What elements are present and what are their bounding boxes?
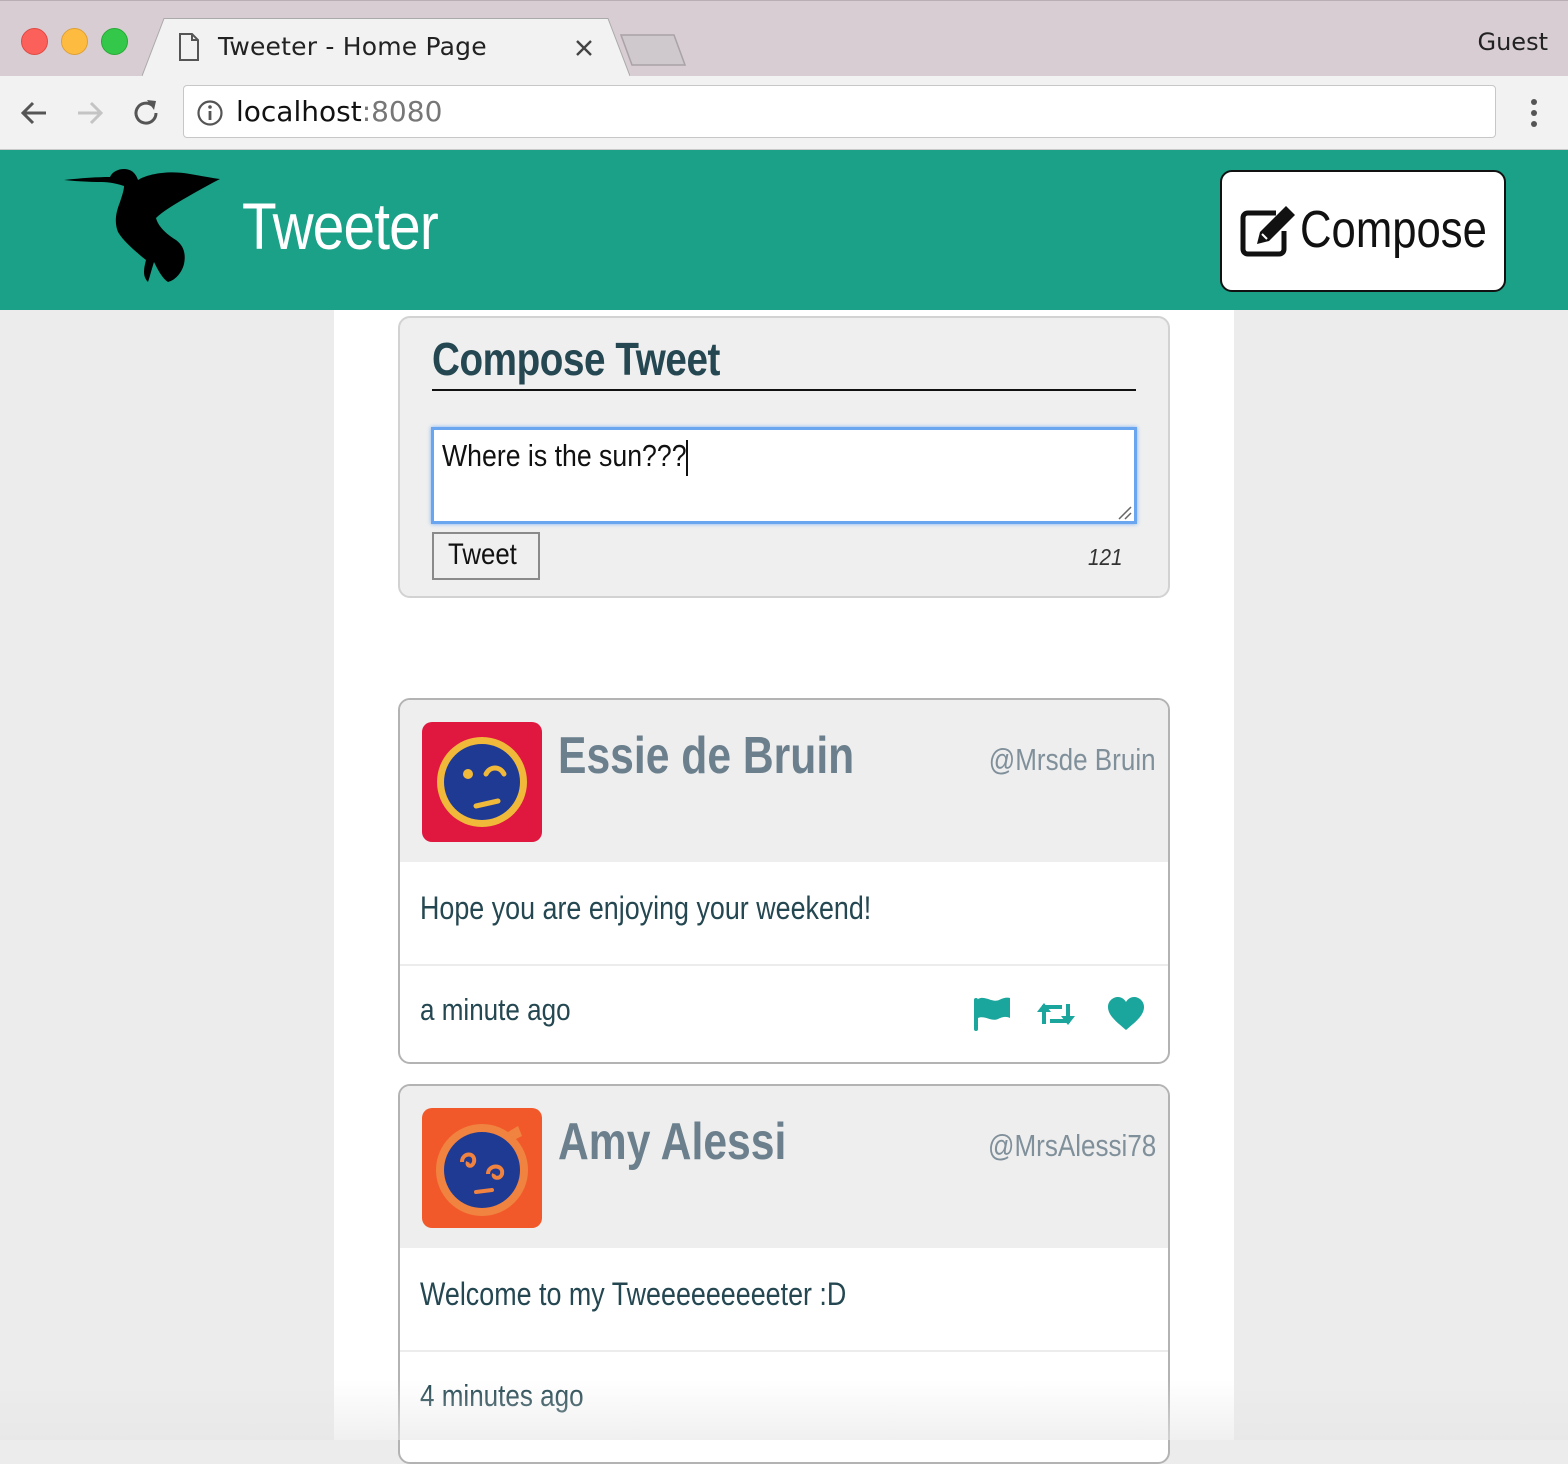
retweet-icon[interactable] xyxy=(1036,994,1076,1034)
forward-arrow-icon[interactable] xyxy=(74,97,106,129)
tab-title: Tweeter - Home Page xyxy=(218,32,487,61)
profile-label[interactable]: Guest xyxy=(1478,28,1549,56)
url-port: :8080 xyxy=(361,95,443,128)
text-caret xyxy=(686,440,688,476)
tweet-card: Amy Alessi @MrsAlessi78 Welcome to my Tw… xyxy=(398,1084,1170,1464)
new-tab-button[interactable] xyxy=(620,34,686,66)
url-text[interactable]: localhost:8080 xyxy=(236,95,442,128)
character-counter: 121 xyxy=(1088,544,1123,570)
tweet-footer-divider xyxy=(400,1350,1168,1352)
avatar xyxy=(422,1108,542,1228)
reload-icon[interactable] xyxy=(130,97,162,129)
browser-menu-icon[interactable] xyxy=(1522,96,1546,130)
winking-face-avatar-icon xyxy=(422,722,542,842)
tweet-text: Welcome to my Tweeeeeeeeeter :D xyxy=(420,1276,847,1312)
document-icon xyxy=(179,33,199,61)
tweet-footer-divider xyxy=(400,964,1168,966)
tweet-timestamp: 4 minutes ago xyxy=(420,1378,584,1413)
heart-icon[interactable] xyxy=(1106,994,1146,1034)
tweet-timestamp: a minute ago xyxy=(420,992,571,1027)
app-title: Tweeter xyxy=(242,189,439,263)
hummingbird-logo-icon xyxy=(64,169,220,282)
heading-divider xyxy=(432,389,1136,391)
url-host: localhost xyxy=(236,95,362,128)
edit-icon xyxy=(1240,206,1295,257)
window-close-button[interactable] xyxy=(21,28,48,55)
tweet-card: Essie de Bruin @Mrsde Bruin Hope you are… xyxy=(398,698,1170,1064)
resize-handle-icon[interactable] xyxy=(1116,504,1132,520)
tweet-author-handle: @MrsAlessi78 xyxy=(987,1128,1156,1163)
back-arrow-icon[interactable] xyxy=(18,97,50,129)
close-icon[interactable] xyxy=(572,36,596,60)
compose-heading: Compose Tweet xyxy=(432,333,720,385)
tweet-author-handle: @Mrsde Bruin xyxy=(989,742,1156,777)
tweet-submit-label: Tweet xyxy=(448,538,517,571)
tweet-author-name: Essie de Bruin xyxy=(558,727,855,785)
tweet-author-name: Amy Alessi xyxy=(558,1113,787,1171)
flag-icon[interactable] xyxy=(972,994,1012,1034)
tweet-textarea-value: Where is the sun??? xyxy=(442,438,687,473)
tweet-header: Essie de Bruin @Mrsde Bruin xyxy=(400,700,1168,862)
window-zoom-button[interactable] xyxy=(101,28,128,55)
dizzy-face-avatar-icon xyxy=(422,1108,542,1228)
avatar xyxy=(422,722,542,842)
tweet-text: Hope you are enjoying your weekend! xyxy=(420,890,872,926)
window-minimize-button[interactable] xyxy=(61,28,88,55)
tweet-header: Amy Alessi @MrsAlessi78 xyxy=(400,1086,1168,1248)
info-icon[interactable] xyxy=(196,99,224,127)
compose-button-label: Compose xyxy=(1300,201,1487,259)
